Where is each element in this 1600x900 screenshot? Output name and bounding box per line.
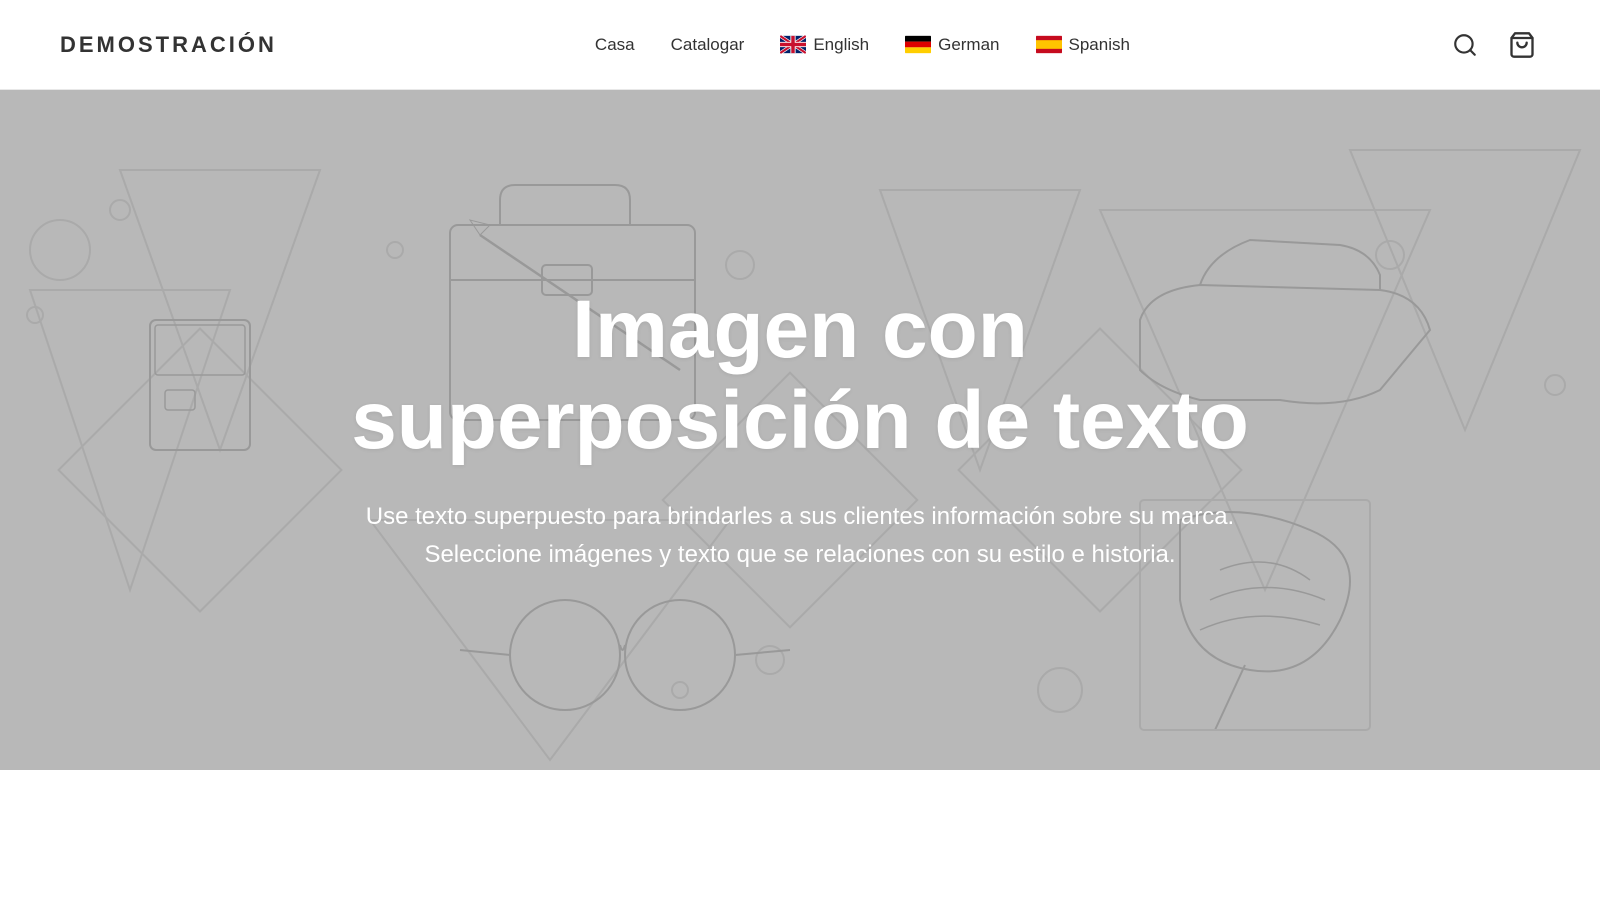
nav-catalogar[interactable]: Catalogar — [671, 35, 745, 55]
lang-english-label: English — [813, 35, 869, 55]
hero-subtitle: Use texto superpuesto para brindarles a … — [350, 498, 1250, 575]
main-nav: Casa Catalogar English — [595, 35, 1130, 55]
nav-casa[interactable]: Casa — [595, 35, 635, 55]
flag-es-icon — [1036, 35, 1062, 54]
lang-german-label: German — [938, 35, 999, 55]
search-button[interactable] — [1448, 28, 1482, 62]
flag-uk-icon — [780, 35, 806, 54]
lang-spanish[interactable]: Spanish — [1036, 35, 1130, 55]
header-icons — [1448, 27, 1540, 63]
brand-logo[interactable]: DEMOSTRACIÓN — [60, 32, 277, 58]
search-icon — [1452, 32, 1478, 58]
lang-spanish-label: Spanish — [1069, 35, 1130, 55]
lang-german[interactable]: German — [905, 35, 999, 55]
page-bottom — [0, 770, 1600, 900]
hero-title: Imagen con superposición de texto — [330, 285, 1270, 465]
flag-de-icon — [905, 35, 931, 54]
cart-icon — [1508, 31, 1536, 59]
lang-english[interactable]: English — [780, 35, 869, 55]
hero-section: Imagen con superposición de texto Use te… — [0, 90, 1600, 770]
hero-content: Imagen con superposición de texto Use te… — [250, 285, 1350, 574]
cart-button[interactable] — [1504, 27, 1540, 63]
site-header: DEMOSTRACIÓN Casa Catalogar English — [0, 0, 1600, 90]
